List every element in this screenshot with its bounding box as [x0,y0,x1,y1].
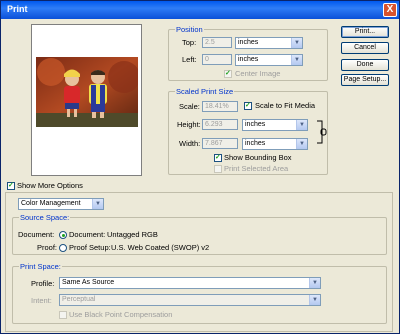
chevron-down-icon: ▼ [296,120,307,130]
source-space-legend: Source Space: [20,213,70,222]
link-icon [317,120,327,144]
chevron-down-icon: ▼ [291,38,302,48]
width-input[interactable]: 7.867 [202,138,238,149]
intent-select[interactable]: Perceptual ▼ [59,294,321,306]
print-button[interactable]: Print... [341,26,389,38]
width-label: Width: [179,139,201,148]
chevron-down-icon: ▼ [92,199,103,209]
intent-value: Perceptual [62,296,96,303]
center-image-checkbox[interactable] [224,69,232,78]
proof-radio[interactable] [59,244,67,252]
scale-to-fit-checkbox[interactable] [244,101,252,110]
document-radio[interactable] [59,231,67,239]
bounding-box-label: Show Bounding Box [224,153,292,162]
close-button[interactable]: X [383,3,397,17]
document-radio-label: Document: [69,230,106,239]
top-input[interactable]: 2.5 [202,37,232,48]
top-label: Top: [182,38,197,47]
document-profile: Untagged RGB [107,230,158,239]
chevron-down-icon: ▼ [309,295,320,305]
left-unit-value: inches [238,56,259,63]
print-selected-checkbox[interactable] [214,165,222,173]
more-options-label: Show More Options [17,181,83,190]
window-title: Print [7,4,28,14]
profile-select[interactable]: Same As Source ▼ [59,277,321,289]
done-button[interactable]: Done [341,59,389,71]
color-management-value: Color Management [21,200,81,207]
page-setup-button[interactable]: Page Setup... [341,74,389,86]
scale-to-fit-label: Scale to Fit Media [255,101,316,110]
proof-profile: U.S. Web Coated (SWOP) v2 [111,243,210,252]
print-space-legend: Print Space: [20,262,61,271]
scale-input[interactable]: 18.41% [202,101,238,112]
print-preview [31,24,142,176]
height-label: Height: [177,120,201,129]
profile-label: Profile: [31,279,55,288]
height-unit-select[interactable]: inches ▼ [242,119,308,131]
scaled-legend: Scaled Print Size [176,87,234,96]
left-label: Left: [182,55,197,64]
height-input[interactable]: 6.293 [202,119,238,130]
center-image-label: Center Image [235,69,281,78]
more-options-checkbox[interactable] [7,181,15,190]
cancel-button[interactable]: Cancel [341,42,389,54]
title-bar: Print X [1,1,399,19]
preview-photo [36,57,138,127]
chevron-down-icon: ▼ [291,55,302,65]
document-label: Document: [18,230,55,239]
height-unit-value: inches [245,121,266,128]
color-management-select[interactable]: Color Management ▼ [18,198,104,210]
left-unit-select[interactable]: inches ▼ [235,54,303,66]
top-unit-select[interactable]: inches ▼ [235,37,303,49]
proof-label: Proof: [37,243,58,252]
intent-label: Intent: [31,296,52,305]
width-unit-value: inches [245,140,266,147]
chevron-down-icon: ▼ [309,278,320,288]
position-legend: Position [176,25,203,34]
scale-label: Scale: [179,102,200,111]
black-point-checkbox[interactable] [59,311,67,319]
left-input[interactable]: 0 [202,54,232,65]
chevron-down-icon: ▼ [296,139,307,149]
profile-value: Same As Source [62,279,115,286]
proof-radio-label: Proof Setup: [69,243,111,252]
print-dialog: Print X Position Top: 2.5 inches ▼ Left:… [0,0,400,334]
bounding-box-checkbox[interactable] [214,153,222,162]
width-unit-select[interactable]: inches ▼ [242,138,308,150]
top-unit-value: inches [238,39,259,46]
print-selected-label: Print Selected Area [224,164,289,173]
black-point-label: Use Black Point Compensation [69,310,173,319]
